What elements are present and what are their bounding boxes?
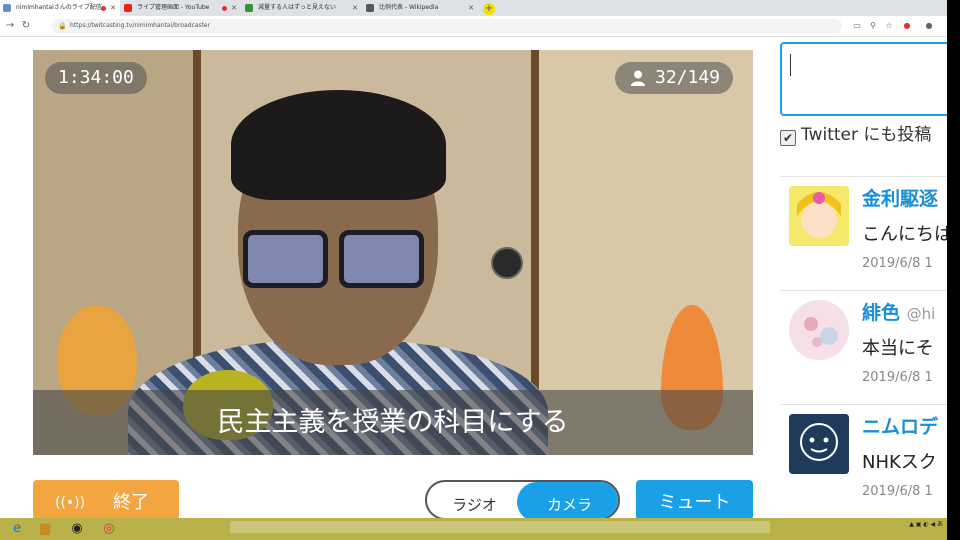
url-text: https://twitcasting.tv/nimimhantai/broad… <box>70 22 211 29</box>
tab-label: 比例代表 - Wikipedia <box>379 4 439 11</box>
comment-item: 金利駆逐 こんにちは 2019/6/8 1 <box>780 178 947 288</box>
browser-window: nimimhantaiさんのライブ配信 ✕ ライブ管理画面 - YouTube … <box>0 0 947 540</box>
glasses-lens <box>243 230 328 288</box>
comment-author[interactable]: 緋色 @hi <box>862 298 935 325</box>
end-broadcast-button[interactable]: ((•)) 終了 <box>33 480 179 520</box>
tab-broadcast[interactable]: nimimhantaiさんのライブ配信 ✕ <box>0 0 120 16</box>
bookmark-star-icon[interactable]: ☆ <box>884 20 894 32</box>
windows-taskbar: e ▆ ◉ ◎ ▲ ▣ ◐ ◀ あ <box>0 518 947 540</box>
twitter-checkbox[interactable]: ✔ <box>780 130 796 146</box>
comment-text: 本当にそ <box>862 338 934 359</box>
radio-mode-option[interactable]: ラジオ <box>427 482 522 518</box>
ie-browser-icon[interactable]: e <box>6 520 28 538</box>
mute-button[interactable]: ミュート <box>636 480 753 520</box>
profile-avatar[interactable]: ● <box>924 20 934 32</box>
close-tab-icon[interactable]: ✕ <box>110 0 116 16</box>
youtube-favicon-icon <box>124 4 132 12</box>
close-tab-icon[interactable]: ✕ <box>352 0 358 16</box>
comment-handle: @hi <box>906 305 936 323</box>
tab-strip: nimimhantaiさんのライブ配信 ✕ ライブ管理画面 - YouTube … <box>0 0 947 16</box>
back-arrow-icon[interactable]: → <box>4 19 16 33</box>
comment-author[interactable]: 金利駆逐 <box>862 184 938 211</box>
comment-author-name: ニムロデ <box>862 416 939 438</box>
tab-label: 減量する人はずっと見えない <box>258 4 337 11</box>
avatar[interactable] <box>789 186 849 246</box>
media-app-icon[interactable]: ◉ <box>66 520 88 538</box>
avatar[interactable] <box>789 414 849 474</box>
wikipedia-favicon-icon <box>366 4 374 12</box>
comment-timestamp: 2019/6/8 1 <box>862 370 933 385</box>
twitcasting-favicon-icon <box>3 4 11 12</box>
close-tab-icon[interactable]: ✕ <box>231 0 237 16</box>
broadcast-wave-icon: ((•)) <box>55 495 86 511</box>
comment-input[interactable] <box>780 42 947 116</box>
cast-icon[interactable]: ▭ <box>852 20 862 32</box>
twitter-share-row[interactable]: ✔ Twitter にも投稿 <box>780 124 947 146</box>
camera-preview: 1:34:00 32/149 民主主義を授業の科目にする <box>33 50 753 455</box>
zoom-icon[interactable]: ⚲ <box>868 20 878 32</box>
recording-icon <box>222 6 227 11</box>
comment-item: ニムロデ NHKスク 2019/6/8 1 <box>780 406 947 516</box>
character-avatar-icon <box>789 414 849 474</box>
divider <box>780 176 947 177</box>
new-tab-button[interactable]: + <box>483 3 495 15</box>
person-hair <box>231 90 446 200</box>
comment-item: 緋色 @hi 本当にそ 2019/6/8 1 <box>780 292 947 402</box>
reload-icon[interactable]: ↻ <box>20 19 32 33</box>
file-explorer-icon[interactable]: ▆ <box>34 520 56 538</box>
viewer-person-icon <box>631 70 645 86</box>
divider <box>780 404 947 405</box>
tab-article[interactable]: 減量する人はずっと見えない ✕ <box>242 0 362 16</box>
viewer-count-text: 32/149 <box>655 67 721 88</box>
text-caret <box>790 54 791 76</box>
twitter-share-label: Twitter にも投稿 <box>801 125 932 145</box>
faded-window-strip <box>230 521 770 533</box>
tab-youtube[interactable]: ライブ管理画面 - YouTube ✕ <box>121 0 241 16</box>
door-handle <box>491 247 523 279</box>
glasses-lens <box>339 230 424 288</box>
tab-label: ライブ管理画面 - YouTube <box>137 4 210 11</box>
extension-icon[interactable]: ● <box>902 20 912 32</box>
comment-author[interactable]: ニムロデ <box>862 412 938 439</box>
comment-text: NHKスク <box>862 452 937 473</box>
site-favicon-icon <box>245 4 253 12</box>
close-tab-icon[interactable]: ✕ <box>468 0 474 16</box>
floral-avatar-icon <box>789 300 849 360</box>
elapsed-time-badge: 1:34:00 <box>45 62 147 94</box>
anime-avatar-icon <box>789 186 849 246</box>
avatar[interactable] <box>789 300 849 360</box>
screen-edge <box>947 0 960 540</box>
viewer-count-badge: 32/149 <box>615 62 734 94</box>
comment-author-name: 緋色 <box>862 302 901 324</box>
comment-text: こんにちは <box>862 224 947 245</box>
address-bar-row: → ↻ 🔒 https://twitcasting.tv/nimimhantai… <box>0 16 947 37</box>
tab-wikipedia[interactable]: 比例代表 - Wikipedia ✕ <box>363 0 478 16</box>
tab-label: nimimhantaiさんのライブ配信 <box>16 4 102 11</box>
recording-icon <box>101 6 106 11</box>
comment-author-name: 金利駆逐 <box>862 188 939 210</box>
source-toggle: ラジオ カメラ <box>425 480 620 520</box>
system-tray: ▲ ▣ ◐ ◀ あ <box>909 521 943 528</box>
divider <box>780 290 947 291</box>
comment-timestamp: 2019/6/8 1 <box>862 256 933 271</box>
comment-timestamp: 2019/6/8 1 <box>862 484 933 499</box>
camera-mode-option[interactable]: カメラ <box>517 482 618 518</box>
end-broadcast-label: 終了 <box>113 492 149 513</box>
url-field[interactable]: 🔒 https://twitcasting.tv/nimimhantai/bro… <box>52 19 842 33</box>
lock-icon: 🔒 <box>58 22 67 30</box>
caption-overlay: 民主主義を授業の科目にする <box>33 390 753 455</box>
chrome-icon[interactable]: ◎ <box>98 520 120 538</box>
